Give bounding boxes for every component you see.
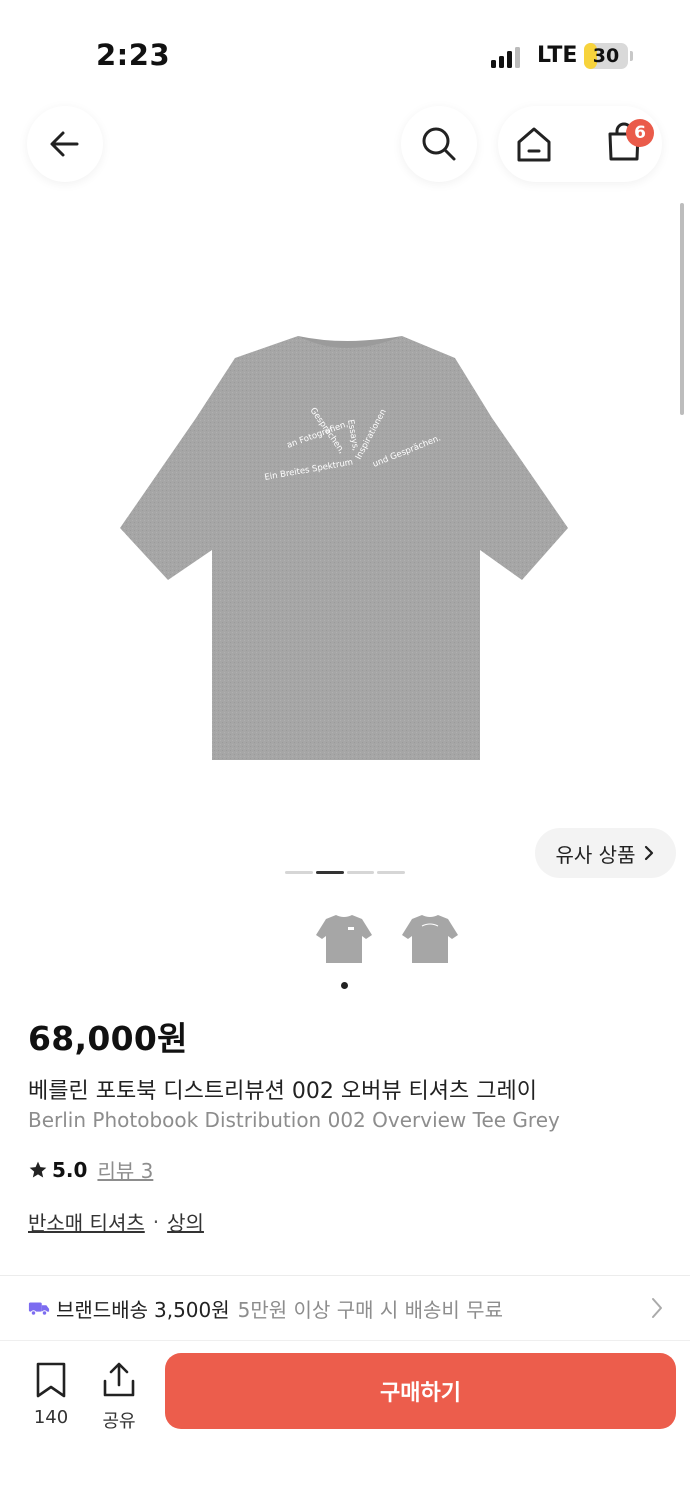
buy-button[interactable]: 구매하기 — [165, 1353, 676, 1429]
tshirt-back-thumb — [402, 915, 458, 963]
product-name-en: Berlin Photobook Distribution 002 Overvi… — [28, 1108, 560, 1132]
status-time: 2:23 — [96, 38, 171, 72]
bottom-action-bar: 140 공유 구매하기 — [0, 1340, 690, 1500]
category-link[interactable]: 반소매 티셔츠 — [28, 1207, 145, 1236]
battery-nub — [630, 51, 633, 61]
bookmark-button[interactable]: 140 — [21, 1361, 81, 1428]
shipping-info-row[interactable]: 브랜드배송 3,500원 5만원 이상 구매 시 배송비 무료 — [0, 1282, 690, 1334]
carousel-segment — [377, 871, 405, 874]
thumbnail-front[interactable] — [312, 905, 376, 969]
signal-icon — [491, 46, 523, 68]
review-link[interactable]: 리뷰 3 — [97, 1155, 153, 1184]
product-price: 68,000원 — [28, 1019, 188, 1058]
shipping-type: 브랜드배송 — [56, 1297, 148, 1322]
bookmark-icon — [36, 1362, 66, 1398]
divider — [0, 1275, 690, 1276]
scrollbar[interactable] — [680, 203, 684, 415]
buy-button-label: 구매하기 — [380, 1381, 461, 1406]
tshirt-front-thumb — [316, 915, 372, 963]
chevron-right-icon — [652, 1298, 662, 1318]
cart-count-badge: 6 — [626, 119, 654, 147]
chevron-right-icon — [645, 845, 654, 861]
network-label: LTE — [537, 43, 578, 68]
shipping-fee: 3,500원 — [154, 1297, 230, 1322]
search-icon — [422, 127, 456, 161]
home-icon — [517, 127, 551, 162]
home-button[interactable] — [514, 125, 558, 165]
battery-icon: 30 — [584, 43, 628, 69]
star-icon — [29, 1161, 47, 1177]
rating-score: 5.0 — [52, 1157, 88, 1182]
similar-products-button[interactable]: 유사 상품 — [535, 828, 676, 878]
breadcrumb: 반소매 티셔츠 · 상의 — [28, 1207, 204, 1236]
share-icon — [103, 1362, 135, 1397]
carousel-indicator — [285, 871, 405, 875]
thumbnail-indicator — [341, 982, 348, 989]
product-name-ko: 베를린 포토북 디스트리뷰션 002 오버뷰 티셔츠 그레이 — [28, 1079, 537, 1104]
bookmark-count: 140 — [33, 1407, 69, 1428]
product-image[interactable]: Gesprächen, Essays, Inspirationen an Fot… — [110, 330, 580, 770]
thumbnail-back[interactable] — [398, 905, 462, 969]
share-label: 공유 — [102, 1411, 136, 1432]
truck-icon — [28, 1302, 50, 1316]
status-bar: 2:23 LTE 30 — [0, 0, 690, 100]
arrow-left-icon — [50, 131, 79, 157]
breadcrumb-separator: · — [152, 1209, 160, 1234]
search-button[interactable] — [401, 106, 477, 182]
carousel-segment — [315, 871, 344, 874]
carousel-segment — [285, 871, 313, 874]
similar-products-label: 유사 상품 — [555, 842, 636, 867]
back-button[interactable] — [27, 106, 103, 182]
parent-category-link[interactable]: 상의 — [167, 1207, 204, 1236]
rating-row: 5.0 리뷰 3 — [28, 1155, 153, 1184]
battery-level: 30 — [592, 45, 620, 67]
share-button[interactable]: 공유 — [89, 1361, 149, 1433]
shipping-note: 5만원 이상 구매 시 배송비 무료 — [237, 1297, 503, 1322]
tshirt-illustration: Gesprächen, Essays, Inspirationen an Fot… — [120, 336, 568, 760]
carousel-segment — [346, 871, 375, 874]
